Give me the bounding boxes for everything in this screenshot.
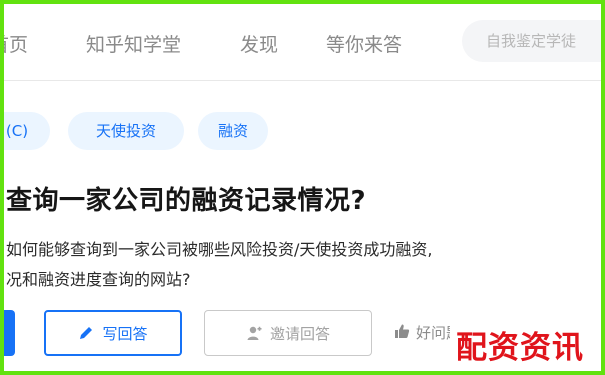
follow-question-button[interactable] <box>4 310 15 356</box>
nav-home[interactable]: 首页 <box>4 30 28 57</box>
topic-tag-angel-investment[interactable]: 天使投资 <box>68 112 184 150</box>
invite-answer-button[interactable]: 邀请回答 <box>204 310 372 356</box>
search-input[interactable]: 自我鉴定学徒 <box>462 20 601 62</box>
pencil-icon <box>78 325 94 341</box>
thumbs-up-icon <box>394 323 410 343</box>
topic-tag-financing[interactable]: 融资 <box>198 112 268 150</box>
nav-zhixuetang[interactable]: 知乎知学堂 <box>86 30 181 57</box>
write-answer-button[interactable]: 写回答 <box>44 310 182 356</box>
top-navigation: 首页 知乎知学堂 发现 等你来答 自我鉴定学徒 <box>4 4 601 81</box>
nav-waiting-answer[interactable]: 等你来答 <box>326 30 402 57</box>
topic-tag[interactable]: (C) <box>4 112 50 150</box>
invite-user-icon <box>246 325 262 341</box>
page-frame: 首页 知乎知学堂 发现 等你来答 自我鉴定学徒 (C) 天使投资 融资 查询一家… <box>0 0 605 375</box>
nav-discover[interactable]: 发现 <box>240 30 278 57</box>
question-title[interactable]: 查询一家公司的融资记录情况? <box>6 180 366 217</box>
question-detail-line-1: 如何能够查询到一家公司被哪些风险投资/天使投资成功融资, <box>6 240 433 259</box>
watermark-text: 配资资讯 <box>450 326 601 370</box>
invite-answer-label: 邀请回答 <box>269 324 330 343</box>
question-detail-line-2: 况和融资进度查询的网站? <box>6 270 191 289</box>
write-answer-label: 写回答 <box>102 324 148 343</box>
